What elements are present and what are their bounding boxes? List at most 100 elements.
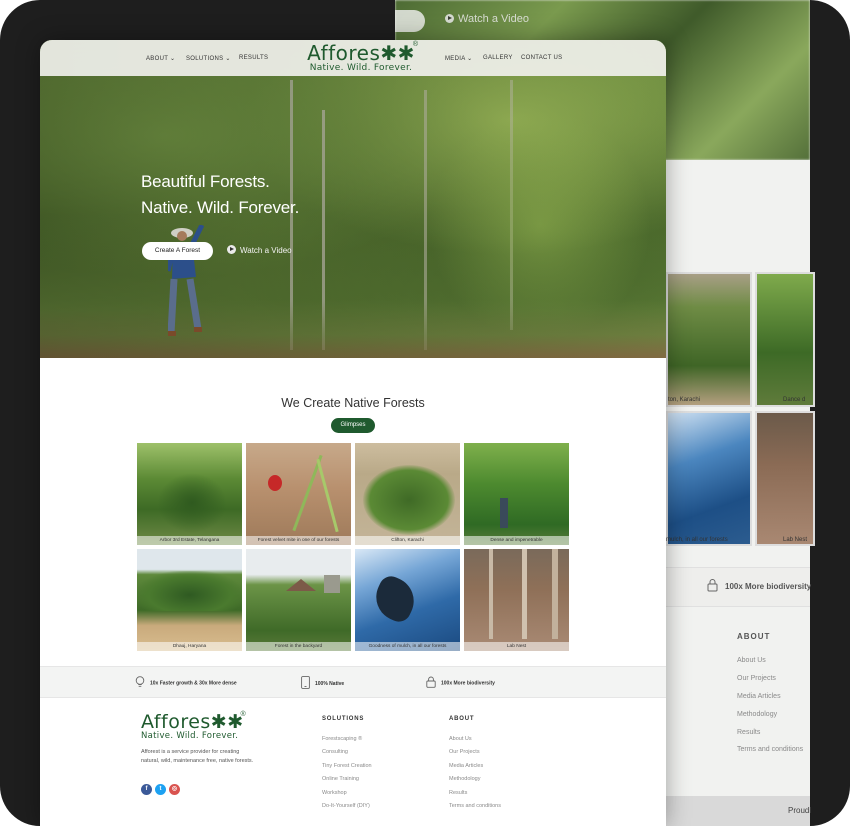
bg-caption-1: ton, Karachi bbox=[668, 397, 701, 403]
chevron-down-icon: ⌄ bbox=[170, 56, 176, 62]
gallery-caption: Dhauj, Haryana bbox=[137, 642, 242, 651]
bg-lock-icon bbox=[707, 578, 718, 592]
bg-create-button bbox=[395, 10, 425, 32]
mulch-photo bbox=[368, 572, 422, 626]
bg-tile-3 bbox=[666, 411, 752, 546]
nav-about-label: ABOUT bbox=[146, 56, 169, 62]
gallery-tile[interactable]: Dense and impenetrable bbox=[464, 443, 569, 545]
bg-stat-label: 100x More biodiversity bbox=[725, 582, 812, 591]
trunks-photo bbox=[489, 549, 493, 639]
nav-contact[interactable]: CONTACT US bbox=[521, 55, 562, 61]
footer-link-media-articles[interactable]: Media Articles bbox=[449, 763, 483, 769]
footer-solutions-heading: SOLUTIONS bbox=[322, 716, 365, 722]
bg-footer-about-heading: ABOUT bbox=[737, 632, 771, 641]
bg-footer-link: Terms and conditions bbox=[737, 746, 804, 753]
device-frame: Watch a Video orests ton, Karachi Dance … bbox=[0, 0, 850, 826]
footer-logo[interactable]: Affores✱✱ Native. Wild. Forever. ® bbox=[141, 711, 246, 741]
forest-row-photo bbox=[157, 473, 227, 533]
footer-link-methodology[interactable]: Methodology bbox=[449, 776, 481, 782]
play-icon bbox=[227, 245, 236, 254]
feature-growth-label: 10x Faster growth & 30x More dense bbox=[150, 680, 237, 687]
gallery-tile[interactable]: Arbor 3rd Estate, Telangana bbox=[137, 443, 242, 545]
phone-icon bbox=[301, 676, 310, 691]
footer-link-diy[interactable]: Do-It-Yourself (DIY) bbox=[322, 803, 370, 809]
facebook-icon[interactable]: f bbox=[141, 784, 152, 795]
registered-mark: ® bbox=[240, 711, 246, 718]
bg-footer-link: About Us bbox=[737, 657, 766, 664]
nav-results[interactable]: RESULTS bbox=[239, 55, 268, 61]
footer-about-heading: ABOUT bbox=[449, 716, 475, 722]
bulb-icon bbox=[135, 676, 145, 690]
create-forest-button[interactable]: Create A Forest bbox=[142, 242, 213, 260]
instagram-icon[interactable]: ◎ bbox=[169, 784, 180, 795]
footer-link-tiny-forest[interactable]: Tiny Forest Creation bbox=[322, 763, 372, 769]
features-strip: 10x Faster growth & 30x More dense 100% … bbox=[40, 666, 666, 698]
gallery-tile[interactable]: Forest velvet mite in one of our forests bbox=[246, 443, 351, 545]
twitter-icon[interactable]: t bbox=[155, 784, 166, 795]
photo-gallery: Arbor 3rd Estate, Telangana Forest velve… bbox=[137, 443, 569, 651]
bg-tile-1 bbox=[666, 272, 752, 407]
footer-link-projects[interactable]: Our Projects bbox=[449, 749, 480, 755]
top-navbar: ABOUT ⌄ SOLUTIONS ⌄ RESULTS Affores✱✱ Na… bbox=[40, 40, 666, 76]
gallery-caption: Forest in the backyard bbox=[246, 642, 351, 651]
hero-headline-1: Beautiful Forests. bbox=[141, 172, 270, 191]
afforest-logo[interactable]: Affores✱✱ Native. Wild. Forever. ® bbox=[306, 41, 418, 73]
feature-native: 100% Native bbox=[301, 676, 344, 691]
nav-gallery-label: GALLERY bbox=[483, 55, 513, 61]
backyard-photo bbox=[286, 579, 316, 591]
bg-bottom-text: Proudl bbox=[788, 806, 812, 815]
footer-link-results[interactable]: Results bbox=[449, 790, 467, 796]
nav-about[interactable]: ABOUT ⌄ bbox=[146, 55, 175, 62]
feature-biodiversity-label: 100x More biodiversity bbox=[441, 680, 495, 687]
feature-native-label: 100% Native bbox=[315, 680, 345, 687]
gallery-tile[interactable]: Goodness of mulch, in all our forests bbox=[355, 549, 460, 651]
logo-wordmark: Affores✱✱ bbox=[307, 41, 415, 65]
footer-link-terms[interactable]: Terms and conditions bbox=[449, 803, 501, 809]
bg-footer-link: Media Articles bbox=[737, 693, 781, 700]
bg-caption-4: Lab Nest bbox=[783, 537, 808, 543]
feature-growth: 10x Faster growth & 30x More dense bbox=[135, 676, 237, 690]
nav-media-label: MEDIA bbox=[445, 56, 466, 62]
gallery-tile[interactable]: Forest in the backyard bbox=[246, 549, 351, 651]
lock-icon bbox=[426, 676, 436, 690]
play-icon bbox=[445, 14, 454, 23]
bg-footer-link: Results bbox=[737, 729, 761, 736]
grass-blade bbox=[316, 458, 339, 533]
footer-link-about-us[interactable]: About Us bbox=[449, 736, 472, 742]
nav-solutions[interactable]: SOLUTIONS ⌄ bbox=[186, 55, 231, 62]
gallery-tile[interactable]: Clifton, Karachi bbox=[355, 443, 460, 545]
logo-tagline: Native. Wild. Forever. bbox=[309, 63, 413, 73]
gallery-tile[interactable]: Dhauj, Haryana bbox=[137, 549, 242, 651]
gallery-caption: Goodness of mulch, in all our forests bbox=[355, 642, 460, 651]
bg-footer-link: Our Projects bbox=[737, 675, 776, 682]
trunk bbox=[522, 549, 527, 639]
bg-caption-2: Dance d bbox=[783, 397, 806, 403]
hero-section: ABOUT ⌄ SOLUTIONS ⌄ RESULTS Affores✱✱ Na… bbox=[40, 40, 666, 358]
gallery-caption: Lab Nest bbox=[464, 642, 569, 651]
feature-biodiversity: 100x More biodiversity bbox=[426, 676, 495, 690]
hero-headline-2: Native. Wild. Forever. bbox=[141, 198, 300, 217]
footer-link-online-training[interactable]: Online Training bbox=[322, 776, 359, 782]
water-tank bbox=[324, 575, 340, 593]
registered-mark: ® bbox=[412, 41, 418, 48]
gallery-caption: Dense and impenetrable bbox=[464, 536, 569, 545]
footer-link-workshop[interactable]: Workshop bbox=[322, 790, 347, 796]
gallery-tile[interactable]: Lab Nest bbox=[464, 549, 569, 651]
glimpses-badge[interactable]: Glimpses bbox=[331, 418, 375, 433]
nav-results-label: RESULTS bbox=[239, 55, 269, 61]
dense-forest-photo bbox=[500, 498, 508, 528]
nav-gallery[interactable]: GALLERY bbox=[483, 55, 513, 61]
nav-solutions-label: SOLUTIONS bbox=[186, 56, 224, 62]
bg-watch-video: Watch a Video bbox=[445, 13, 529, 25]
section-title: We Create Native Forests bbox=[281, 396, 425, 410]
footer-link-forestscaping[interactable]: Forestscaping ® bbox=[322, 736, 362, 742]
nav-media[interactable]: MEDIA ⌄ bbox=[445, 55, 472, 62]
watch-video-label: Watch a Video bbox=[240, 246, 292, 255]
footer-logo-wordmark: Affores✱✱ bbox=[141, 711, 244, 733]
bg-footer-link: Methodology bbox=[737, 711, 778, 718]
website-screenshot: ABOUT ⌄ SOLUTIONS ⌄ RESULTS Affores✱✱ Na… bbox=[40, 40, 666, 826]
bg-watch-label: Watch a Video bbox=[458, 13, 529, 25]
watch-video-link[interactable]: Watch a Video bbox=[227, 245, 292, 255]
footer-link-consulting[interactable]: Consulting bbox=[322, 749, 348, 755]
gallery-caption: Clifton, Karachi bbox=[355, 536, 460, 545]
